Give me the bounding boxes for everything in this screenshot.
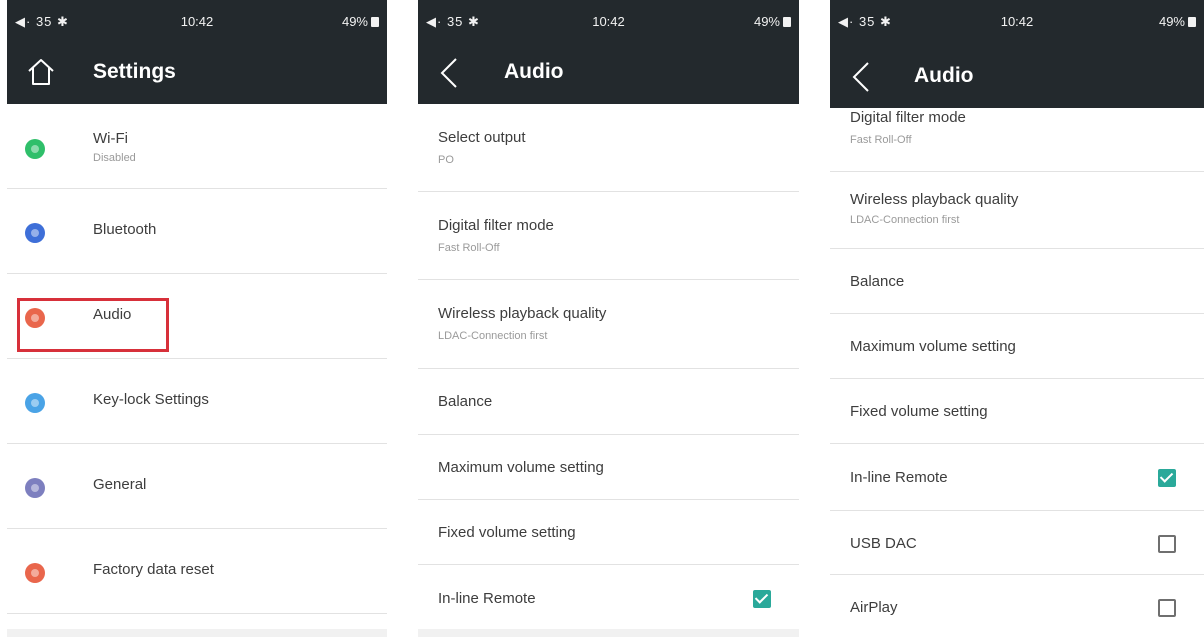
audio-list: Digital filter mode Fast Roll-Off Wirele… [830, 108, 1204, 637]
page-title: Settings [93, 60, 176, 83]
audio-item-fixed-volume[interactable]: Fixed volume setting [418, 500, 799, 565]
audio-item-value: Fast Roll-Off [438, 242, 500, 254]
status-bar: ◀· 35 ✱ 10:42 49% [830, 0, 1204, 42]
settings-item-key-lock[interactable]: Key-lock Settings [7, 359, 387, 444]
wifi-icon [25, 139, 45, 159]
page-title: Audio [914, 64, 974, 87]
audio-list: Select output PO Digital filter mode Fas… [418, 104, 799, 631]
audio-screen-scrolled: ◀· 35 ✱ 10:42 49% Audio Digital filter m… [830, 0, 1204, 637]
audio-item-label: Digital filter mode [850, 109, 966, 126]
general-icon [25, 478, 45, 498]
audio-item-label: Wireless playback quality [850, 191, 1019, 208]
audio-item-select-output[interactable]: Select output PO [418, 104, 799, 192]
battery-level: 49% [753, 14, 780, 29]
audio-item-label: USB DAC [850, 535, 917, 552]
usb-dac-checkbox[interactable] [1158, 535, 1176, 553]
audio-item-label: Fixed volume setting [438, 524, 576, 541]
status-bar: ◀· 35 ✱ 10:42 49% [418, 0, 799, 42]
settings-item-label: Wi-Fi [93, 130, 128, 147]
audio-item-label: Maximum volume setting [438, 459, 604, 476]
settings-item-label: Key-lock Settings [93, 391, 209, 408]
status-time: 10:42 [180, 14, 214, 29]
inline-remote-checkbox[interactable] [753, 590, 771, 608]
bottom-strip [7, 629, 387, 637]
app-bar: Audio [418, 42, 799, 104]
settings-item-general[interactable]: General [7, 444, 387, 529]
airplay-checkbox[interactable] [1158, 599, 1176, 617]
audio-item-label: Wireless playback quality [438, 305, 607, 322]
settings-item-factory-reset[interactable]: Factory data reset [7, 529, 387, 614]
home-icon[interactable] [25, 56, 57, 88]
page-title: Audio [504, 60, 564, 83]
audio-item-value: Fast Roll-Off [850, 134, 912, 146]
battery-level: 49% [341, 14, 368, 29]
audio-item-value: LDAC-Connection first [438, 330, 548, 342]
settings-screen: ◀· 35 ✱ 10:42 49% Settings Wi-Fi Disable… [7, 0, 387, 637]
app-bar: Audio [830, 42, 1204, 108]
battery-icon [1188, 16, 1196, 27]
audio-item-value: LDAC-Connection first [850, 214, 960, 226]
key-lock-icon [25, 393, 45, 413]
settings-item-label: Factory data reset [93, 561, 214, 578]
status-time: 10:42 [1000, 14, 1034, 29]
back-arrow-icon[interactable] [848, 60, 874, 94]
audio-screen: ◀· 35 ✱ 10:42 49% Audio Select output PO… [418, 0, 799, 637]
audio-item-label: AirPlay [850, 599, 898, 616]
back-arrow-icon[interactable] [436, 56, 462, 90]
bluetooth-icon [25, 223, 45, 243]
audio-item-label: In-line Remote [438, 590, 536, 607]
app-bar: Settings [7, 42, 387, 104]
highlight-box [17, 298, 169, 352]
audio-item-fixed-volume[interactable]: Fixed volume setting [830, 379, 1204, 444]
audio-item-label: Select output [438, 129, 526, 146]
settings-item-label: General [93, 476, 147, 493]
factory-reset-icon [25, 563, 45, 583]
audio-item-inline-remote[interactable]: In-line Remote [830, 444, 1204, 511]
inline-remote-checkbox[interactable] [1158, 469, 1176, 487]
audio-item-digital-filter[interactable]: Digital filter mode Fast Roll-Off [418, 192, 799, 280]
status-battery: 49% [754, 14, 791, 29]
audio-item-wireless-quality[interactable]: Wireless playback quality LDAC-Connectio… [418, 280, 799, 369]
bottom-strip [418, 629, 799, 637]
audio-item-wireless-quality[interactable]: Wireless playback quality LDAC-Connectio… [830, 172, 1204, 249]
audio-item-value: PO [438, 154, 454, 166]
status-battery: 49% [1159, 14, 1196, 29]
audio-item-balance[interactable]: Balance [830, 249, 1204, 314]
status-battery: 49% [342, 14, 379, 29]
settings-item-bluetooth[interactable]: Bluetooth [7, 189, 387, 274]
status-bar: ◀· 35 ✱ 10:42 49% [7, 0, 387, 42]
audio-item-max-volume[interactable]: Maximum volume setting [830, 314, 1204, 379]
audio-item-label: Balance [850, 273, 905, 290]
battery-icon [783, 16, 791, 27]
settings-item-wifi[interactable]: Wi-Fi Disabled [7, 104, 387, 189]
audio-item-label: Fixed volume setting [850, 403, 988, 420]
audio-item-usb-dac[interactable]: USB DAC [830, 511, 1204, 575]
audio-item-label: In-line Remote [850, 469, 948, 486]
battery-icon [371, 16, 379, 27]
settings-list: Wi-Fi Disabled Bluetooth Audio Key-lock … [7, 104, 387, 614]
audio-item-label: Digital filter mode [438, 217, 554, 234]
status-time: 10:42 [592, 14, 625, 29]
audio-item-inline-remote[interactable]: In-line Remote [418, 565, 799, 631]
audio-item-balance[interactable]: Balance [418, 369, 799, 435]
battery-level: 49% [1158, 14, 1185, 29]
audio-item-label: Balance [438, 393, 493, 410]
audio-item-label: Maximum volume setting [850, 338, 1016, 355]
settings-item-label: Bluetooth [93, 221, 157, 238]
audio-item-airplay[interactable]: AirPlay [830, 575, 1204, 637]
audio-item-max-volume[interactable]: Maximum volume setting [418, 435, 799, 500]
settings-item-status: Disabled [93, 152, 136, 164]
audio-item-digital-filter[interactable]: Digital filter mode Fast Roll-Off [830, 108, 1204, 172]
